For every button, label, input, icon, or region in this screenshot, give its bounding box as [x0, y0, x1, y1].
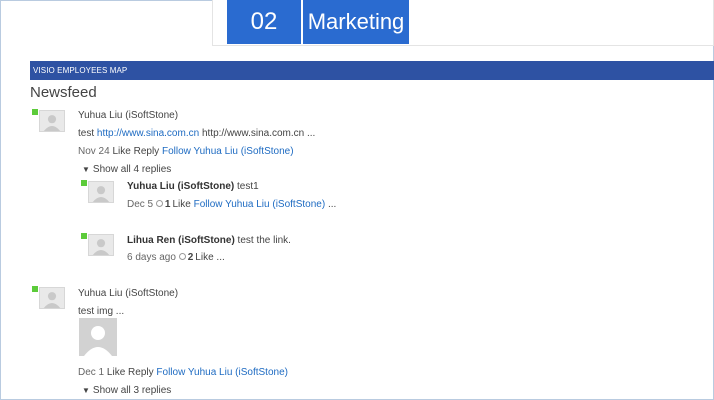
like-icon [178, 253, 186, 260]
reply-button[interactable]: Reply [134, 146, 160, 157]
post-image[interactable] [79, 318, 117, 356]
post-link[interactable]: http://www.sina.com.cn [97, 128, 199, 139]
avatar[interactable] [88, 181, 114, 203]
like-count: 1 [164, 199, 171, 210]
reply-date[interactable]: 6 days ago [127, 252, 176, 263]
avatar[interactable] [39, 287, 65, 309]
person-silhouette-icon [43, 292, 61, 308]
web-part-title: VISIO EMPLOYEES MAP [33, 66, 128, 75]
tile-marketing-label: Marketing [307, 9, 405, 34]
avatar[interactable] [39, 110, 65, 132]
web-part-title-bar[interactable]: VISIO EMPLOYEES MAP [30, 61, 714, 80]
tile-number[interactable]: 02 [227, 0, 301, 44]
presence-status-icon [81, 180, 87, 186]
post-text-more: http://www.sina.com.cn ... [199, 128, 316, 139]
follow-link[interactable]: Follow Yuhua Liu (iSoftStone) [162, 146, 294, 157]
post-body: test http://www.sina.com.cn http://www.s… [78, 128, 315, 139]
person-silhouette-icon [43, 115, 61, 131]
person-silhouette-icon [84, 326, 112, 356]
post-actions: Dec 1 Like Reply Follow Yuhua Liu (iSoft… [78, 367, 288, 378]
reply-date[interactable]: Dec 5 [127, 199, 153, 210]
presence-status-icon [81, 233, 87, 239]
presence-status-icon [32, 109, 38, 115]
reply-text: test the link. [234, 235, 291, 246]
tile-number-label: 02 [250, 8, 278, 35]
reply-actions: Dec 5 1 Like Follow Yuhua Liu (iSoftStone… [127, 199, 336, 210]
newsfeed-heading: Newsfeed [30, 84, 97, 101]
follow-link[interactable]: Follow Yuhua Liu (iSoftStone) [194, 199, 326, 210]
post-date[interactable]: Nov 24 [78, 146, 110, 157]
post-author[interactable]: Yuhua Liu (iSoftStone) [78, 110, 178, 121]
show-replies-toggle[interactable]: ▼ Show all 3 replies [82, 385, 171, 396]
show-replies-label: Show all 3 replies [92, 385, 172, 396]
reply-actions: 6 days ago 2 Like ... [127, 252, 225, 263]
like-button[interactable]: Like [112, 146, 130, 157]
like-count: 2 [187, 252, 194, 263]
reply-body: Yuhua Liu (iSoftStone) test1 [127, 181, 259, 192]
person-silhouette-icon [92, 186, 110, 202]
reply-author[interactable]: Lihua Ren (iSoftStone) [127, 235, 235, 246]
more-button[interactable]: ... [328, 199, 336, 210]
reply-author[interactable]: Yuhua Liu (iSoftStone) [127, 181, 234, 192]
post-author[interactable]: Yuhua Liu (iSoftStone) [78, 288, 178, 299]
chevron-down-icon: ▼ [82, 165, 90, 174]
follow-link[interactable]: Follow Yuhua Liu (iSoftStone) [156, 367, 288, 378]
like-button[interactable]: Like [172, 199, 190, 210]
presence-status-icon [32, 286, 38, 292]
tile-marketing[interactable]: Marketing [303, 0, 409, 44]
like-icon [155, 200, 163, 207]
person-silhouette-icon [92, 239, 110, 255]
post-text: test img ... [78, 306, 125, 317]
post-text: test [78, 128, 97, 139]
reply-body: Lihua Ren (iSoftStone) test the link. [127, 235, 291, 246]
more-button[interactable]: ... [216, 252, 224, 263]
post-actions: Nov 24 Like Reply Follow Yuhua Liu (iSof… [78, 146, 294, 157]
like-button[interactable]: Like [195, 252, 213, 263]
post-date[interactable]: Dec 1 [78, 367, 104, 378]
chevron-down-icon: ▼ [82, 386, 90, 395]
tiles-bar: 02 Marketing [212, 0, 714, 46]
reply-text: test1 [234, 181, 259, 192]
reply-button[interactable]: Reply [128, 367, 154, 378]
like-button[interactable]: Like [107, 367, 125, 378]
avatar[interactable] [88, 234, 114, 256]
show-replies-label: Show all 4 replies [92, 164, 172, 175]
show-replies-toggle[interactable]: ▼ Show all 4 replies [82, 164, 171, 175]
